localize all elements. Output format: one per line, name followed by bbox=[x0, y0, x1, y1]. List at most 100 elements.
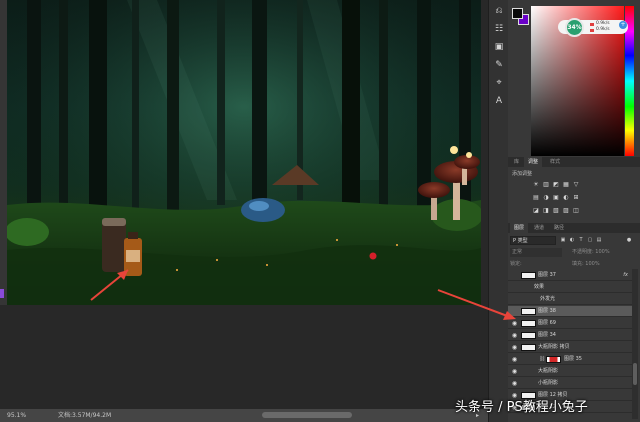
toolbar-edge bbox=[0, 0, 7, 305]
tab-styles[interactable]: 样式 bbox=[546, 157, 564, 167]
channel-mixer-icon[interactable]: ⊞ bbox=[572, 194, 580, 201]
gradient-map-icon[interactable]: ▨ bbox=[562, 207, 570, 214]
download-speed: 0.9k/s bbox=[596, 27, 610, 32]
filter-toggle-icon[interactable]: ● bbox=[626, 237, 632, 244]
layer-thumbnail bbox=[521, 344, 536, 351]
type-filter-icon[interactable]: T bbox=[578, 237, 584, 244]
document-workspace[interactable] bbox=[0, 0, 488, 410]
vibrance-icon[interactable]: ▽ bbox=[572, 181, 580, 188]
properties-icon[interactable]: ☷ bbox=[494, 24, 504, 34]
layer-filter-select[interactable]: P 类型 bbox=[510, 236, 556, 245]
layer-name: 大瓶阴影 拷贝 bbox=[538, 344, 570, 350]
download-indicator bbox=[590, 29, 594, 32]
layers-tab-bar: 图层 通道 路径 bbox=[508, 223, 640, 233]
layer-effects-icon[interactable]: fx bbox=[623, 270, 628, 281]
layer-row[interactable]: ◉ ⛓ 图层 35 bbox=[508, 354, 632, 365]
invert-icon[interactable]: ◪ bbox=[532, 207, 540, 214]
layer-row[interactable]: 图层 38 bbox=[508, 306, 632, 317]
history-icon[interactable]: ⎌ bbox=[494, 6, 504, 16]
layer-thumbnail bbox=[521, 320, 536, 327]
tab-adjustments[interactable]: 调整 bbox=[524, 157, 543, 167]
tool-indicator[interactable] bbox=[0, 289, 4, 298]
hue-saturation-icon[interactable]: ▤ bbox=[532, 194, 540, 201]
layer-name: 小瓶阴影 bbox=[538, 380, 559, 386]
selective-color-icon[interactable]: ◫ bbox=[572, 207, 580, 214]
layer-name: 图层 35 bbox=[564, 356, 582, 362]
tab-libraries[interactable]: 库 bbox=[510, 157, 523, 167]
layer-name: 外发光 bbox=[540, 296, 556, 302]
panel-icon-dock: ⎌ ☷ ▣ ✎ ⌖ A bbox=[488, 0, 508, 422]
foreground-color-swatch[interactable] bbox=[512, 8, 523, 19]
status-bar: 95.1% 文档:3.57M/94.2M ▸ bbox=[0, 409, 488, 422]
layer-thumbnail bbox=[521, 272, 536, 279]
threshold-icon[interactable]: ▧ bbox=[552, 207, 560, 214]
layer-name: 图层 38 bbox=[538, 308, 556, 314]
visibility-eye-icon[interactable]: ◉ bbox=[511, 330, 518, 341]
blend-mode-select[interactable]: 正常 bbox=[510, 248, 562, 257]
layer-name: 图层 37 bbox=[538, 272, 556, 278]
adjustment-filter-icon[interactable]: ◐ bbox=[569, 237, 575, 244]
speed-percent-badge: 34% bbox=[565, 18, 584, 37]
layer-name: 大瓶阴影 bbox=[538, 368, 559, 374]
brightness-icon[interactable]: ☀ bbox=[532, 181, 540, 188]
layer-row[interactable]: 图层 37 fx bbox=[508, 270, 632, 281]
tab-channels[interactable]: 通道 bbox=[530, 223, 548, 233]
exposure-icon[interactable]: ▦ bbox=[562, 181, 570, 188]
color-balance-icon[interactable]: ◑ bbox=[542, 194, 550, 201]
visibility-eye-icon[interactable]: ◉ bbox=[511, 354, 518, 365]
visibility-eye-icon[interactable]: ◉ bbox=[511, 378, 518, 389]
document-size[interactable]: 文档:3.57M/94.2M bbox=[58, 409, 111, 422]
layer-row[interactable]: ◉ 大瓶阴影 拷贝 bbox=[508, 342, 632, 353]
layer-name: 图层 69 bbox=[538, 320, 556, 326]
curves-icon[interactable]: ◩ bbox=[552, 181, 560, 188]
layer-row[interactable]: ◉ 大瓶阴影 bbox=[508, 366, 632, 377]
layer-thumbnail bbox=[546, 356, 561, 363]
layers-scrollbar[interactable] bbox=[632, 269, 638, 419]
plus-icon[interactable]: + bbox=[619, 21, 627, 29]
layer-row[interactable]: ◉ 图层 69 bbox=[508, 318, 632, 329]
watermark-text: 头条号 / PS教程小兔子 bbox=[455, 400, 588, 415]
visibility-eye-icon[interactable]: ◉ bbox=[511, 318, 518, 329]
brush-preset-icon[interactable]: ⌖ bbox=[494, 78, 504, 88]
zoom-level[interactable]: 95.1% bbox=[7, 409, 26, 422]
image-canvas[interactable] bbox=[7, 0, 481, 305]
layer-thumbnail bbox=[521, 332, 536, 339]
tab-paths[interactable]: 路径 bbox=[550, 223, 568, 233]
add-adjustment-title: 添加调整 bbox=[512, 171, 533, 177]
layer-name: 效果 bbox=[534, 284, 545, 290]
posterize-icon[interactable]: ◨ bbox=[542, 207, 550, 214]
right-panels: 34% 0.9k/s 0.9k/s + 库 调整 样式 添加调整 ☀ ▥ ◩ ▦… bbox=[508, 0, 640, 422]
visibility-eye-icon[interactable]: ◉ bbox=[511, 366, 518, 377]
photo-filter-icon[interactable]: ◐ bbox=[562, 194, 570, 201]
brush-icon[interactable]: ✎ bbox=[494, 60, 504, 70]
mask-link-icon[interactable]: ⛓ bbox=[539, 354, 545, 365]
adjustments-tab-bar: 库 调整 样式 bbox=[508, 157, 640, 167]
shape-filter-icon[interactable]: ▢ bbox=[587, 237, 593, 244]
color-panel: 34% 0.9k/s 0.9k/s + bbox=[508, 0, 640, 157]
layer-row[interactable]: ◉ 图层 34 bbox=[508, 330, 632, 341]
blend-mode-row: 正常 不透明度: 100% bbox=[510, 248, 638, 257]
layer-row[interactable]: 外发光 bbox=[508, 294, 632, 305]
clone-icon[interactable]: ▣ bbox=[494, 42, 504, 52]
pixel-filter-icon[interactable]: ▣ bbox=[560, 237, 566, 244]
lock-label: 锁定: bbox=[510, 261, 522, 267]
layer-row[interactable]: 效果 bbox=[508, 282, 632, 293]
visibility-eye-icon[interactable] bbox=[511, 306, 518, 317]
smart-object-filter-icon[interactable]: ▤ bbox=[596, 237, 602, 244]
layers-scrollbar-thumb[interactable] bbox=[633, 363, 637, 385]
upload-speed: 0.9k/s bbox=[596, 21, 610, 26]
layer-row[interactable]: ◉ 小瓶阴影 bbox=[508, 378, 632, 389]
black-white-icon[interactable]: ▣ bbox=[552, 194, 560, 201]
levels-icon[interactable]: ▥ bbox=[542, 181, 550, 188]
layer-name: 图层 34 bbox=[538, 332, 556, 338]
horizontal-scrollbar[interactable] bbox=[262, 412, 352, 418]
opacity-field[interactable]: 不透明度: 100% bbox=[572, 248, 610, 257]
tab-layers[interactable]: 图层 bbox=[510, 223, 529, 233]
fill-field[interactable]: 填充: 100% bbox=[572, 260, 600, 268]
lock-row: 锁定: 填充: 100% bbox=[510, 260, 638, 268]
visibility-eye-icon[interactable] bbox=[511, 282, 518, 293]
visibility-eye-icon[interactable] bbox=[511, 294, 518, 305]
character-icon[interactable]: A bbox=[494, 96, 504, 106]
visibility-eye-icon[interactable]: ◉ bbox=[511, 342, 518, 353]
visibility-eye-icon[interactable] bbox=[511, 270, 518, 281]
